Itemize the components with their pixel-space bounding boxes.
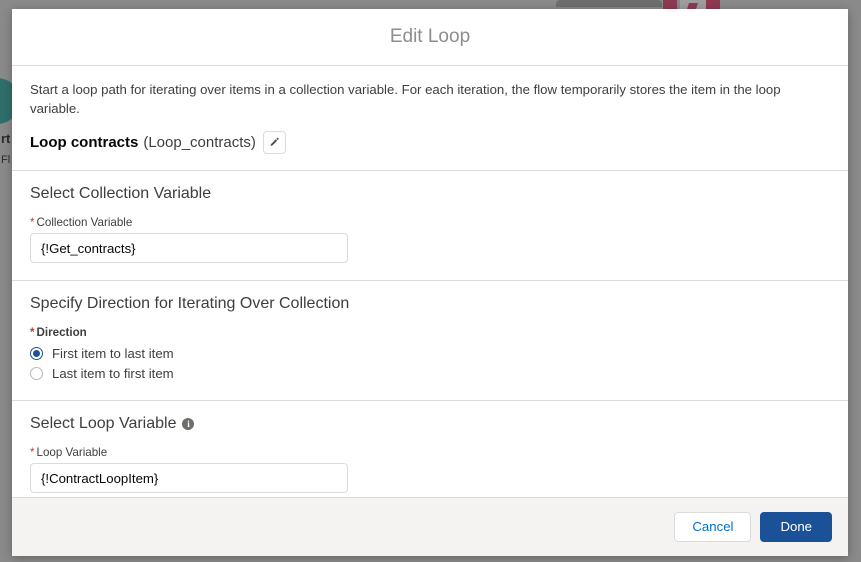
collection-variable-label-text: Collection Variable	[36, 216, 133, 229]
radio-selected-icon	[30, 346, 43, 360]
direction-radio-group: First item to last item Last item to fir…	[30, 343, 830, 383]
element-label: Loop contracts	[30, 134, 139, 151]
section-title-collection-variable: Select Collection Variable	[30, 185, 212, 202]
direction-label-text: Direction	[36, 326, 87, 339]
collection-variable-input[interactable]	[30, 233, 348, 263]
required-asterisk-direction: *	[30, 326, 35, 339]
loop-variable-label: * Loop Variable	[30, 446, 830, 459]
radio-last-to-first-label: Last item to first item	[52, 365, 174, 381]
radio-unselected-icon	[30, 366, 43, 380]
done-button[interactable]: Done	[760, 512, 832, 542]
section-title-loop-variable-text: Select Loop Variable	[30, 415, 177, 432]
modal-footer: Cancel Done	[12, 497, 848, 556]
section-specify-direction: Specify Direction for Iterating Over Col…	[12, 281, 848, 400]
loop-variable-label-text: Loop Variable	[36, 446, 108, 459]
collection-variable-label: * Collection Variable	[30, 216, 830, 229]
pencil-icon[interactable]	[262, 131, 286, 154]
radio-first-to-last[interactable]: First item to last item	[30, 343, 830, 363]
radio-last-to-first[interactable]: Last item to first item	[30, 363, 830, 383]
background-toolbar-shape	[556, 0, 662, 7]
section-title-loop-variable: Select Loop Variable i	[30, 415, 830, 433]
section-title-direction: Specify Direction for Iterating Over Col…	[30, 295, 350, 312]
info-icon[interactable]: i	[182, 418, 195, 430]
background-text-fragment-1: rt	[1, 131, 11, 146]
page-title: Edit Loop	[389, 26, 471, 47]
background-text-fragment-2: Fl	[1, 154, 11, 166]
modal-header: Edit Loop	[12, 9, 848, 66]
element-api-name: (Loop_contracts)	[143, 134, 256, 151]
section-select-collection-variable: Select Collection Variable * Collection V…	[12, 171, 848, 280]
description-text: Start a loop path for iterating over ite…	[30, 82, 781, 116]
edit-loop-modal: Edit Loop Start a loop path for iteratin…	[12, 9, 848, 556]
direction-label: * Direction	[30, 326, 830, 339]
required-asterisk-loop: *	[30, 446, 35, 459]
loop-variable-input[interactable]	[30, 463, 348, 493]
radio-first-to-last-label: First item to last item	[52, 345, 174, 361]
intro-block: Start a loop path for iterating over ite…	[12, 66, 848, 170]
section-select-loop-variable: Select Loop Variable i * Loop Variable	[12, 401, 848, 493]
modal-body: Start a loop path for iterating over ite…	[12, 66, 848, 497]
required-asterisk-collection: *	[30, 216, 35, 229]
element-name-row: Loop contracts (Loop_contracts)	[30, 131, 830, 166]
cancel-button[interactable]: Cancel	[674, 512, 752, 542]
